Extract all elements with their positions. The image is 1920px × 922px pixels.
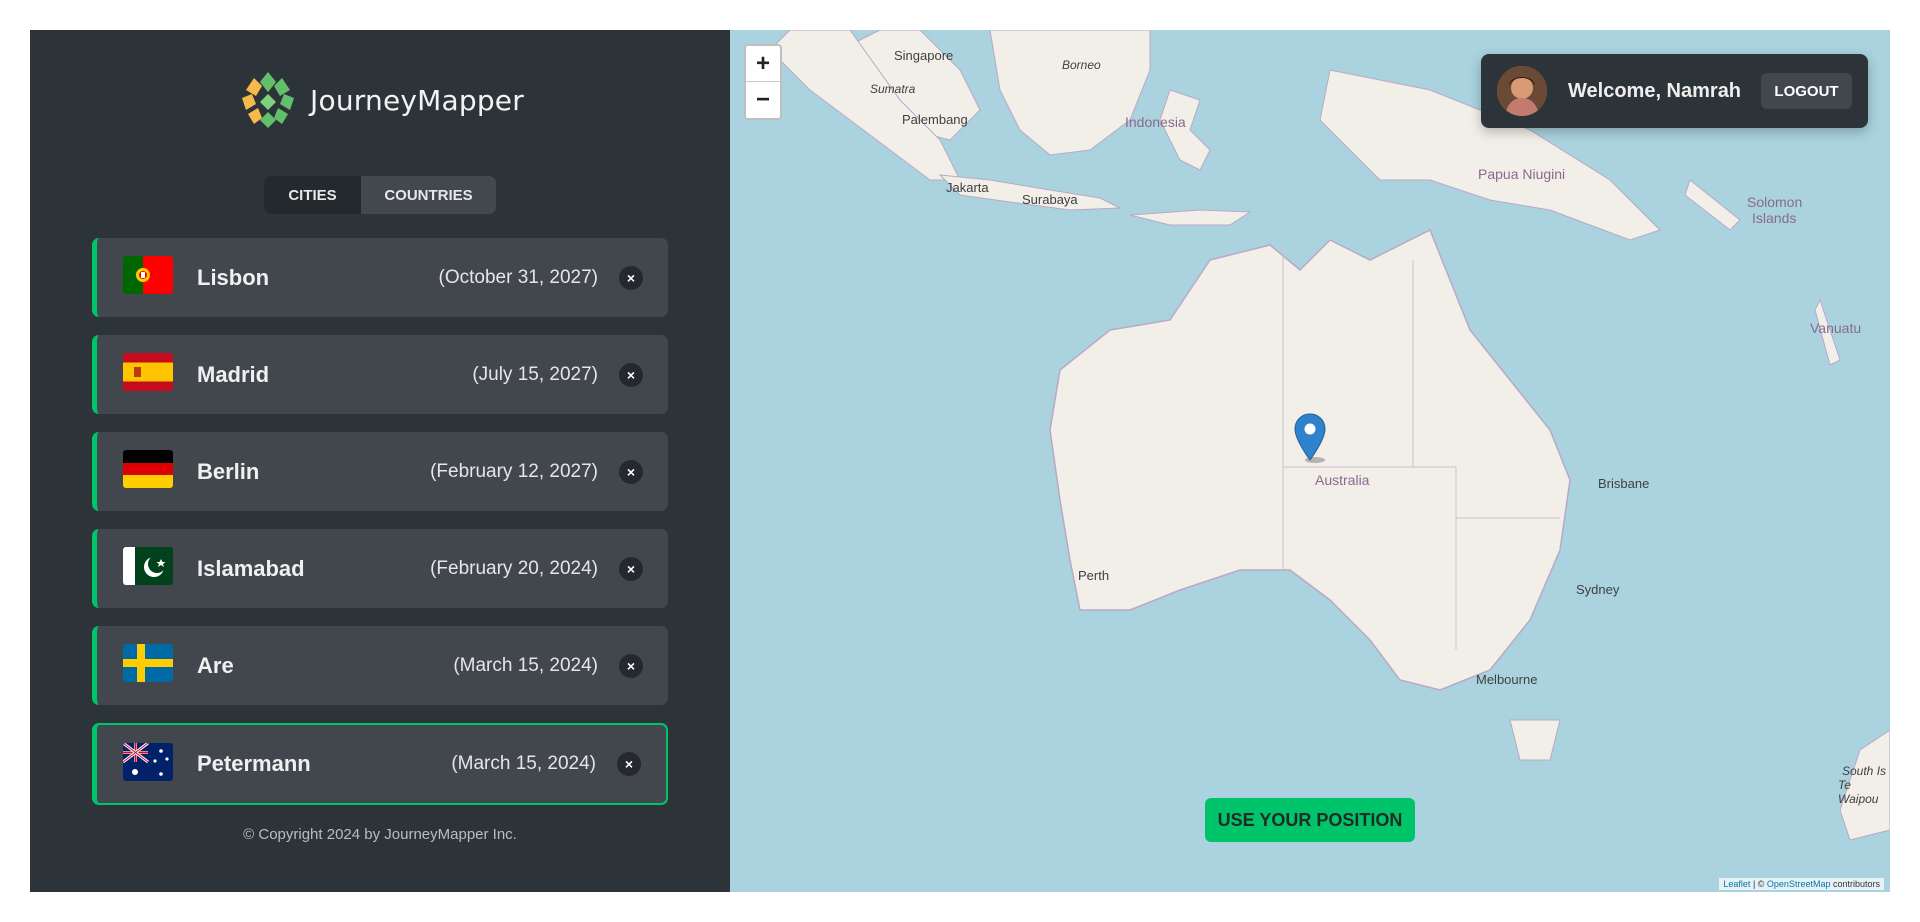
city-name: Berlin bbox=[197, 458, 260, 484]
city-name: Are bbox=[197, 652, 234, 678]
spain-flag-icon bbox=[123, 353, 173, 391]
delete-city-button[interactable]: × bbox=[619, 556, 643, 581]
map-label-papua: Papua Niugini bbox=[1478, 166, 1566, 182]
map-label-indonesia: Indonesia bbox=[1125, 114, 1186, 130]
city-item-lisbon[interactable]: Lisbon (October 31, 2027) × bbox=[92, 238, 668, 317]
zoom-in-button[interactable]: + bbox=[746, 46, 780, 82]
app-root: JourneyMapper CITIES COUNTRIES Lisbon (O… bbox=[30, 30, 1890, 892]
map-label-borneo: Borneo bbox=[1062, 58, 1101, 72]
delete-city-button[interactable]: × bbox=[619, 265, 643, 290]
avatar[interactable] bbox=[1497, 66, 1547, 116]
map-label-sydney: Sydney bbox=[1576, 582, 1620, 597]
city-list: Lisbon (October 31, 2027) × Madrid (July… bbox=[92, 238, 668, 823]
city-name: Petermann bbox=[197, 751, 311, 776]
city-date: (March 15, 2024) bbox=[453, 654, 598, 676]
logo-icon bbox=[238, 70, 299, 130]
city-item-madrid[interactable]: Madrid (July 15, 2027) × bbox=[92, 335, 668, 414]
map-label-solomon-2: Islands bbox=[1752, 210, 1797, 226]
delete-city-button[interactable]: × bbox=[619, 362, 643, 387]
map-label-jakarta: Jakarta bbox=[946, 180, 989, 195]
logout-button[interactable]: LOGOUT bbox=[1761, 73, 1852, 109]
zoom-out-button[interactable]: − bbox=[746, 82, 780, 118]
attribution-separator: | © bbox=[1750, 879, 1767, 889]
germany-flag-icon bbox=[123, 450, 173, 488]
delete-city-button[interactable]: × bbox=[617, 752, 641, 776]
attribution-contributors: contributors bbox=[1830, 879, 1880, 889]
delete-city-button[interactable]: × bbox=[619, 653, 643, 678]
map-label-solomon-1: Solomon bbox=[1747, 194, 1803, 210]
city-item-are[interactable]: Are (March 15, 2024) × bbox=[92, 626, 668, 705]
city-item-petermann[interactable]: Petermann (March 15, 2024) × bbox=[92, 723, 668, 805]
city-date: (March 15, 2024) bbox=[451, 753, 596, 774]
city-date: (October 31, 2027) bbox=[438, 266, 598, 288]
map-label-surabaya: Surabaya bbox=[1022, 192, 1078, 207]
map-label-perth: Perth bbox=[1078, 568, 1110, 583]
portugal-flag-icon bbox=[123, 256, 173, 294]
city-date: (February 20, 2024) bbox=[430, 557, 598, 579]
city-name: Lisbon bbox=[197, 264, 270, 290]
map-label-palembang: Palembang bbox=[902, 112, 968, 127]
map-label-south-island-1: South Is bbox=[1842, 764, 1887, 778]
map-label-melbourne: Melbourne bbox=[1476, 672, 1538, 687]
pakistan-flag-icon bbox=[123, 547, 173, 585]
map-label-singapore: Singapore bbox=[894, 48, 954, 63]
tab-cities[interactable]: CITIES bbox=[264, 176, 361, 214]
osm-link[interactable]: OpenStreetMap bbox=[1767, 879, 1831, 889]
city-name: Islamabad bbox=[197, 555, 305, 581]
delete-city-button[interactable]: × bbox=[619, 459, 643, 484]
map-pin-icon[interactable] bbox=[1293, 412, 1327, 464]
sweden-flag-icon bbox=[123, 644, 173, 682]
app-name: JourneyMapper bbox=[310, 83, 524, 117]
map-label-brisbane: Brisbane bbox=[1598, 476, 1650, 491]
map-label-australia: Australia bbox=[1315, 472, 1370, 488]
view-toggle: CITIES COUNTRIES bbox=[264, 176, 496, 214]
leaflet-link[interactable]: Leaflet bbox=[1723, 879, 1750, 889]
map-attribution: Leaflet | © OpenStreetMap contributors bbox=[1719, 878, 1884, 890]
map-label-vanuatu: Vanuatu bbox=[1810, 320, 1862, 336]
zoom-control: + − bbox=[744, 44, 782, 120]
city-item-islamabad[interactable]: Islamabad (February 20, 2024) × bbox=[92, 529, 668, 608]
tab-countries[interactable]: COUNTRIES bbox=[361, 176, 496, 214]
logo[interactable]: JourneyMapper bbox=[30, 68, 730, 132]
user-card: Welcome, Namrah LOGOUT bbox=[1481, 54, 1868, 128]
city-name: Madrid bbox=[197, 361, 270, 387]
welcome-text: Welcome, Namrah bbox=[1568, 79, 1742, 102]
australia-flag-icon bbox=[123, 743, 173, 781]
city-date: (February 12, 2027) bbox=[430, 460, 598, 482]
copyright: © Copyright 2024 by JourneyMapper Inc. bbox=[243, 826, 517, 843]
map-label-sumatra: Sumatra bbox=[870, 82, 916, 96]
city-item-berlin[interactable]: Berlin (February 12, 2027) × bbox=[92, 432, 668, 511]
use-position-button[interactable]: USE YOUR POSITION bbox=[1205, 798, 1415, 842]
map-label-south-island-2: Te Waipou bbox=[1838, 778, 1879, 806]
city-date: (July 15, 2027) bbox=[472, 363, 598, 385]
map[interactable]: Singapore Sumatra Borneo Palembang Indon… bbox=[730, 30, 1890, 892]
sidebar: JourneyMapper CITIES COUNTRIES Lisbon (O… bbox=[30, 30, 730, 892]
